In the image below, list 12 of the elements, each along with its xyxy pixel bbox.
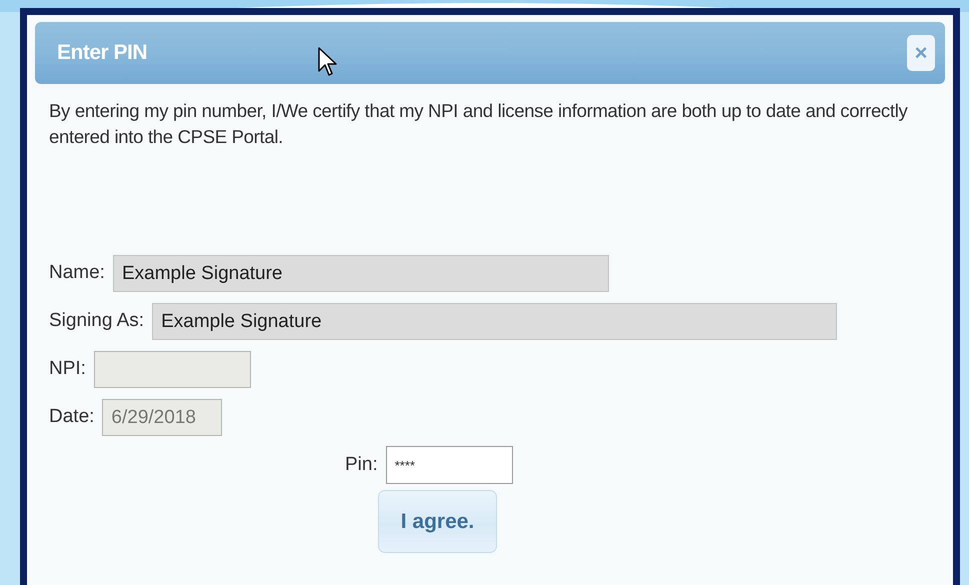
field-label: NPI: [49,357,86,382]
field-label: Name: [49,261,105,286]
mouse-cursor-icon [318,47,338,77]
pin-label: Pin: [345,452,378,477]
text-field[interactable]: Example Signature [152,303,838,340]
field-label: Signing As: [49,309,144,334]
text-field[interactable]: Example Signature [112,255,609,292]
agree-button[interactable]: I agree. [378,490,497,553]
field-label: Date: [49,405,94,430]
pin-field[interactable]: **** [386,446,513,484]
certification-message: By entering my pin number, I/We certify that my NPI and license information are both up to date and correctly entered into the CPSE Portal. [49,99,909,149]
dialog-title: Enter PIN [57,40,148,66]
